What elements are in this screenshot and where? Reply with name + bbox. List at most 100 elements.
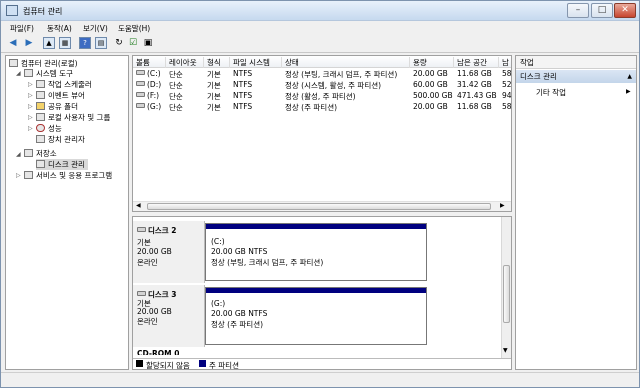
properties-icon[interactable]: ▤ [95, 37, 107, 49]
volume-layout: 단순 [169, 103, 183, 112]
cdrom-label[interactable]: CD-ROM 0 [137, 349, 179, 355]
volume-capacity: 20.00 GB [413, 102, 448, 111]
export-icon[interactable]: ▣ [142, 37, 154, 49]
disk-name: 디스크 3 [148, 290, 177, 299]
users-icon [36, 113, 45, 121]
collapse-icon[interactable]: ◢ [16, 151, 21, 158]
partition-status: 정상 (주 파티션) [211, 320, 264, 329]
volume-free-percent: 94 [502, 91, 512, 100]
scrollbar-thumb[interactable] [503, 265, 510, 323]
column-volume[interactable]: 볼륨 [133, 57, 166, 68]
disk-3-label[interactable]: 디스크 3 기본 20.00 GB 온라인 [133, 285, 205, 347]
legend-unallocated: 할당되지 않음 [146, 361, 190, 370]
computer-management-window: 컴퓨터 관리 – □ ✕ 파일(F) 동작(A) 보기(V) 도움말(H) ◀ … [0, 0, 640, 388]
minimize-button[interactable]: – [567, 3, 589, 18]
volume-row[interactable]: (F:) 단순 기본 NTFS 정상 (활성, 주 파티션) 500.00 GB… [133, 91, 512, 102]
column-type[interactable]: 형식 [204, 57, 230, 68]
drive-icon [136, 70, 145, 75]
expand-icon[interactable]: ▷ [28, 92, 33, 99]
expand-icon[interactable]: ▷ [28, 81, 33, 88]
volume-fs: NTFS [233, 69, 253, 78]
drive-icon [136, 92, 145, 97]
tree-local-users[interactable]: 로컬 사용자 및 그룹 [36, 112, 110, 123]
tree-shared-folders-label: 공유 폴더 [48, 102, 78, 111]
collapse-up-icon[interactable]: ▲ [627, 70, 632, 83]
partition-c[interactable]: (C:) 20.00 GB NTFS 정상 (부팅, 크래시 덤프, 주 파티션… [205, 223, 427, 281]
horizontal-scrollbar[interactable]: ◀ ▶ [133, 201, 511, 211]
expand-icon[interactable]: ▷ [28, 125, 33, 132]
volume-row[interactable]: (G:) 단순 기본 NTFS 정상 (주 파티션) 20.00 GB 11.6… [133, 102, 512, 113]
vertical-scrollbar[interactable]: ▼ [501, 217, 511, 358]
close-button[interactable]: ✕ [614, 3, 636, 18]
volume-fs: NTFS [233, 91, 253, 100]
tree-system-tools[interactable]: 시스템 도구 [24, 68, 73, 79]
volume-row[interactable]: (D:) 단순 기본 NTFS 정상 (시스템, 활성, 주 파티션) 60.0… [133, 80, 512, 91]
actions-pane: 작업 디스크 관리 ▲ 기타 작업 ▶ [515, 55, 637, 370]
tree-services[interactable]: 서비스 및 응용 프로그램 [24, 170, 112, 181]
help-icon[interactable]: ? [79, 37, 91, 49]
disk-icon [137, 227, 146, 232]
tree-shared-folders[interactable]: 공유 폴더 [36, 101, 78, 112]
actions-section-disk-management[interactable]: 디스크 관리 ▲ [516, 70, 636, 83]
collapse-icon[interactable]: ◢ [16, 70, 21, 77]
partition-name: (G:) [211, 299, 226, 308]
scrollbar-thumb[interactable] [147, 203, 491, 210]
partition-size: 20.00 GB NTFS [211, 247, 268, 256]
volume-layout: 단순 [169, 70, 183, 79]
column-layout[interactable]: 레이아웃 [166, 57, 204, 68]
volume-type: 기본 [207, 70, 221, 79]
tree-device-manager[interactable]: 장치 관리자 [36, 134, 85, 145]
disk-icon [137, 291, 146, 296]
check-icon[interactable]: ☑ [127, 37, 139, 49]
scroll-right-icon[interactable]: ▶ [500, 202, 505, 209]
device-manager-icon [36, 135, 45, 143]
tree-performance[interactable]: 성능 [36, 123, 62, 134]
scroll-left-icon[interactable]: ◀ [136, 202, 141, 209]
column-free-space[interactable]: 남은 공간 [454, 57, 499, 68]
more-actions[interactable]: 기타 작업 [536, 87, 566, 98]
volume-free-percent: 58 [502, 102, 512, 111]
expand-icon[interactable]: ▷ [28, 103, 33, 110]
volume-free-percent: 52 [502, 80, 512, 89]
console-tree-pane: 컴퓨터 관리(로컬) ◢ 시스템 도구 ▷ 작업 스케줄러 ▷ 이벤트 뷰어 ▷… [5, 55, 129, 370]
column-free-percent[interactable]: 남 [499, 57, 513, 68]
volume-free: 471.43 GB [457, 91, 497, 100]
primary-partition-bar [206, 288, 426, 293]
volume-type: 기본 [207, 92, 221, 101]
title-bar: 컴퓨터 관리 – □ ✕ [1, 1, 639, 21]
menu-help[interactable]: 도움말(H) [118, 23, 150, 34]
column-capacity[interactable]: 용량 [410, 57, 454, 68]
tree-disk-management[interactable]: 디스크 관리 [36, 159, 88, 170]
menu-action[interactable]: 동작(A) [47, 23, 72, 34]
volume-list-pane: 볼륨 레이아웃 형식 파일 시스템 상태 용량 남은 공간 남 (C:) 단순 … [132, 55, 512, 212]
refresh-icon[interactable]: ↻ [113, 37, 125, 49]
volume-type: 기본 [207, 103, 221, 112]
menu-view[interactable]: 보기(V) [83, 23, 108, 34]
back-arrow-icon[interactable]: ◀ [7, 37, 19, 49]
volume-name: (F:) [147, 91, 160, 100]
partition-name: (C:) [211, 237, 225, 246]
tree-device-manager-label: 장치 관리자 [48, 135, 85, 144]
disk-2-label[interactable]: 디스크 2 기본 20.00 GB 온라인 [133, 221, 205, 283]
column-filesystem[interactable]: 파일 시스템 [230, 57, 282, 68]
scroll-down-icon[interactable]: ▼ [503, 347, 508, 354]
expand-icon[interactable]: ▷ [28, 114, 33, 121]
menu-file[interactable]: 파일(F) [10, 23, 34, 34]
volume-layout: 단순 [169, 81, 183, 90]
tree-event-viewer[interactable]: 이벤트 뷰어 [36, 90, 85, 101]
disk-size: 20.00 GB [137, 307, 172, 316]
up-folder-icon[interactable]: ▲ [43, 37, 55, 49]
unallocated-swatch [136, 360, 143, 367]
console-tree-icon[interactable]: ▦ [59, 37, 71, 49]
volume-free: 31.42 GB [457, 80, 492, 89]
maximize-button[interactable]: □ [591, 3, 613, 18]
storage-icon [24, 149, 33, 157]
actions-section-label: 디스크 관리 [520, 72, 557, 81]
tree-storage[interactable]: 저장소 [24, 148, 57, 159]
tree-task-scheduler[interactable]: 작업 스케줄러 [36, 79, 92, 90]
forward-arrow-icon[interactable]: ▶ [23, 37, 35, 49]
partition-g[interactable]: (G:) 20.00 GB NTFS 정상 (주 파티션) [205, 287, 427, 345]
expand-icon[interactable]: ▷ [16, 172, 21, 179]
column-status[interactable]: 상태 [282, 57, 410, 68]
volume-row[interactable]: (C:) 단순 기본 NTFS 정상 (부팅, 크래시 덤프, 주 파티션) 2… [133, 69, 512, 80]
